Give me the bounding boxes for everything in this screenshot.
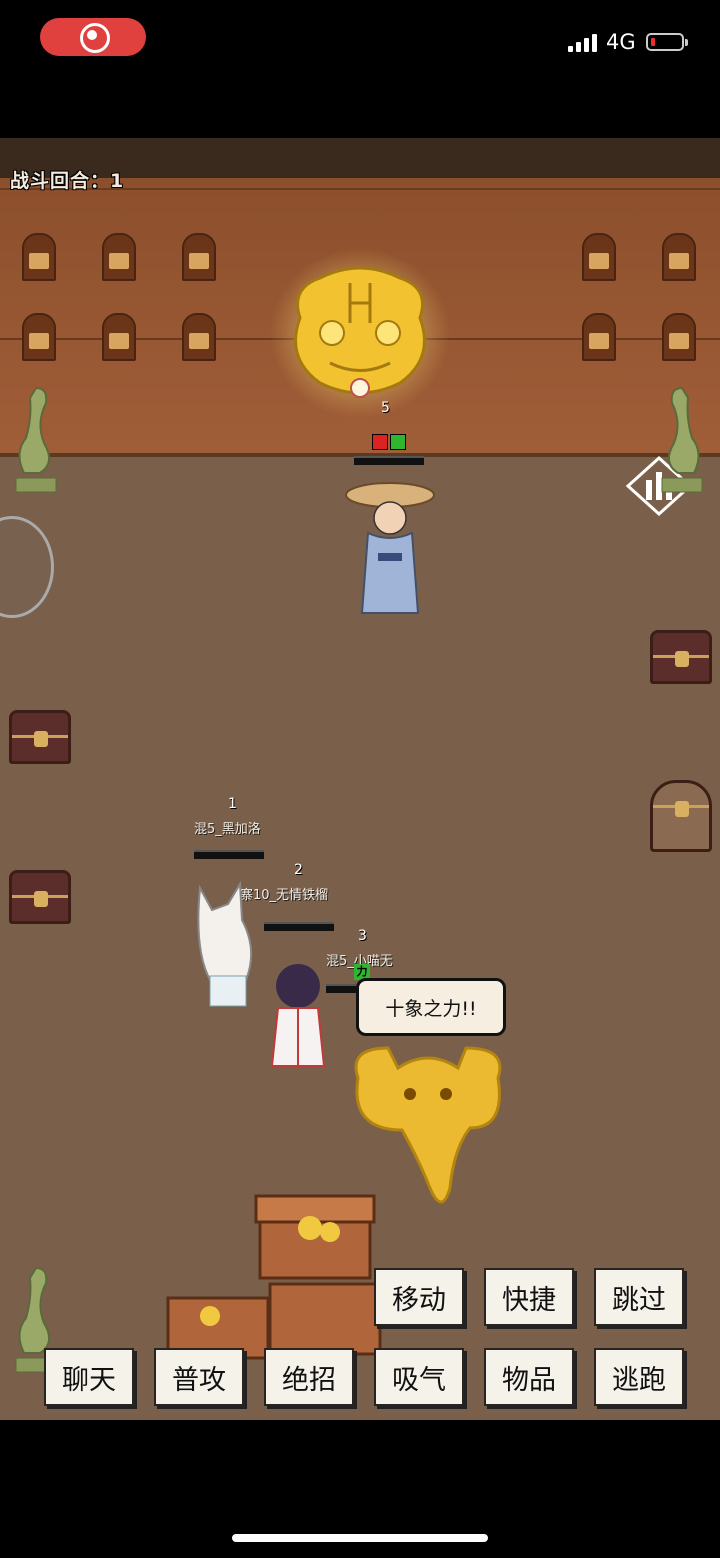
ally-hp-bar — [194, 850, 264, 859]
ally-girl-warrior[interactable] — [258, 956, 338, 1086]
enemy-index: 5 — [381, 400, 390, 416]
battle-round-label: 战斗回合：1 — [10, 170, 125, 192]
wall-niche — [22, 233, 56, 281]
wall-niche — [182, 313, 216, 361]
signal-icon — [568, 34, 600, 52]
skip-button[interactable]: 跳过 — [594, 1268, 684, 1326]
treasure-chest — [9, 710, 71, 764]
screen-record-indicator[interactable] — [40, 18, 146, 56]
wall-niche — [582, 313, 616, 361]
ally-index: 2 — [294, 862, 303, 878]
avatar[interactable] — [0, 516, 54, 618]
attack-button[interactable]: 普攻 — [154, 1348, 244, 1406]
wall-niche — [102, 233, 136, 281]
battery-icon — [646, 33, 688, 51]
quick-button[interactable]: 快捷 — [484, 1268, 574, 1326]
enemy-shield-icon — [390, 434, 406, 450]
treasure-pile — [166, 1194, 382, 1360]
battle-scene[interactable]: 战斗回合：1 5 1 混5_黑加洛 2 寨10_无情铁榴 3 混5_小喵无 力 … — [0, 138, 720, 1420]
network-type: 4G — [606, 30, 636, 54]
wall-niche — [182, 233, 216, 281]
enemy-hp-bar — [354, 456, 424, 465]
ally-hp-bar — [264, 922, 334, 931]
treasure-chest-open — [650, 780, 712, 852]
wall-niche — [22, 313, 56, 361]
breathe-button[interactable]: 吸气 — [374, 1348, 464, 1406]
wall-niche — [582, 233, 616, 281]
chat-button[interactable]: 聊天 — [44, 1348, 134, 1406]
wall-niche — [662, 313, 696, 361]
move-button[interactable]: 移动 — [374, 1268, 464, 1326]
wall-niche — [662, 233, 696, 281]
ally-name: 混5_黑加洛 — [194, 822, 261, 837]
enemy-swordsman[interactable] — [338, 473, 438, 623]
ultimate-button[interactable]: 绝招 — [264, 1348, 354, 1406]
crane-statue — [15, 386, 57, 493]
treasure-chest — [650, 630, 712, 684]
wall-niche — [102, 313, 136, 361]
treasure-chest — [9, 870, 71, 924]
enemy-debuff-icon — [372, 434, 388, 450]
ally-cat-warrior[interactable] — [188, 880, 268, 1016]
skill-speech-bubble: 十象之力!! — [356, 978, 506, 1036]
crane-statue — [661, 386, 703, 493]
items-button[interactable]: 物品 — [484, 1348, 574, 1406]
flee-button[interactable]: 逃跑 — [594, 1348, 684, 1406]
ally-index: 1 — [228, 796, 237, 812]
golden-toad-emblem — [270, 248, 450, 418]
home-indicator[interactable] — [232, 1534, 488, 1542]
ally-index: 3 — [358, 928, 367, 944]
